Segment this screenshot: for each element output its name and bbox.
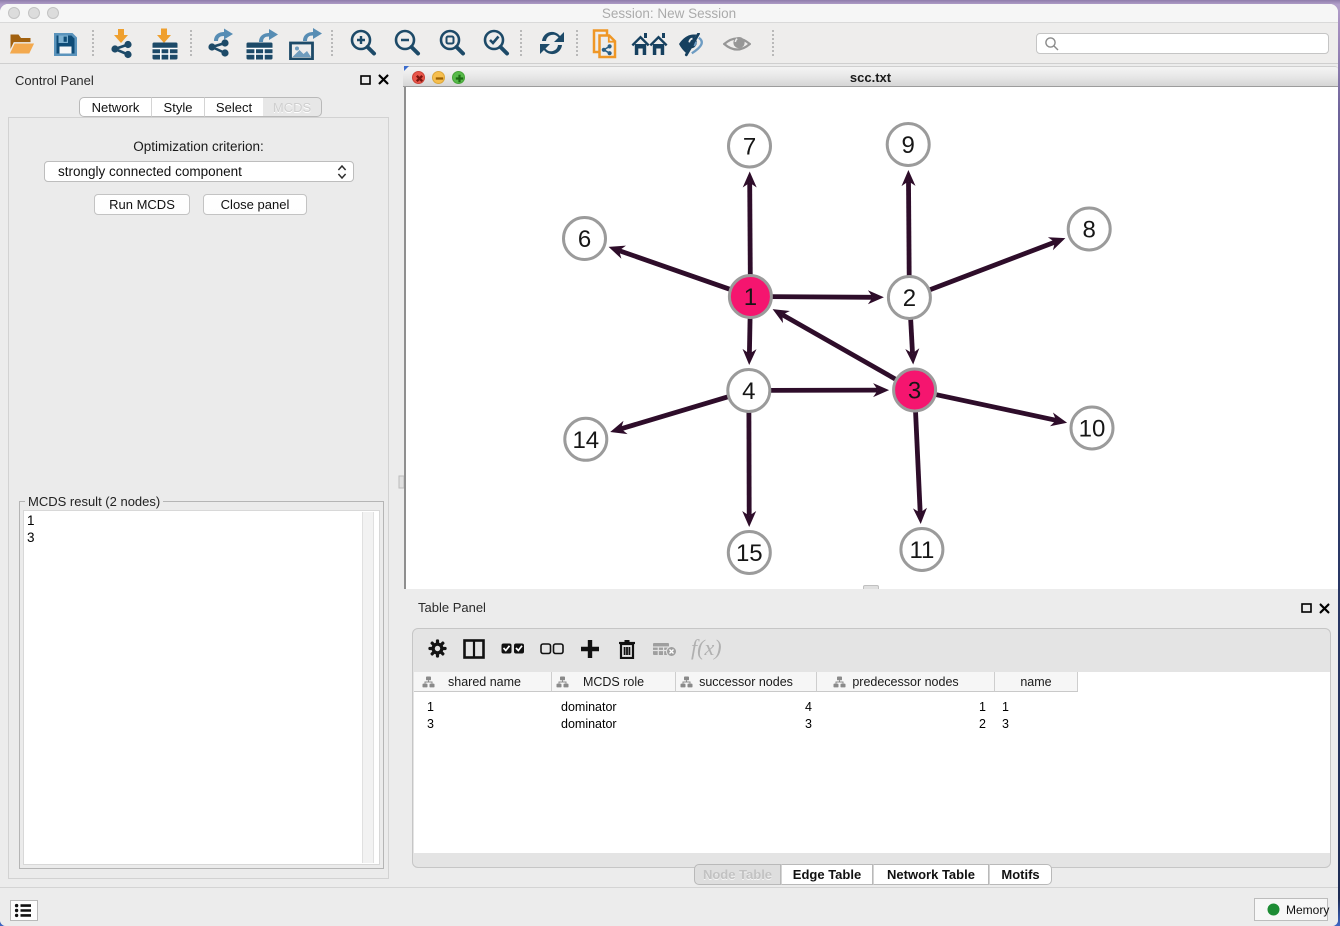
svg-text:11: 11 bbox=[909, 537, 934, 564]
svg-text:10: 10 bbox=[1079, 416, 1106, 443]
svg-text:14: 14 bbox=[572, 427, 599, 454]
svg-text:6: 6 bbox=[578, 226, 591, 253]
svg-text:8: 8 bbox=[1083, 217, 1096, 244]
svg-text:7: 7 bbox=[743, 134, 756, 161]
svg-text:15: 15 bbox=[736, 540, 763, 567]
svg-text:9: 9 bbox=[902, 132, 915, 159]
svg-text:1: 1 bbox=[744, 284, 757, 311]
svg-text:2: 2 bbox=[903, 285, 916, 312]
svg-text:4: 4 bbox=[742, 378, 755, 405]
svg-text:3: 3 bbox=[908, 378, 921, 405]
